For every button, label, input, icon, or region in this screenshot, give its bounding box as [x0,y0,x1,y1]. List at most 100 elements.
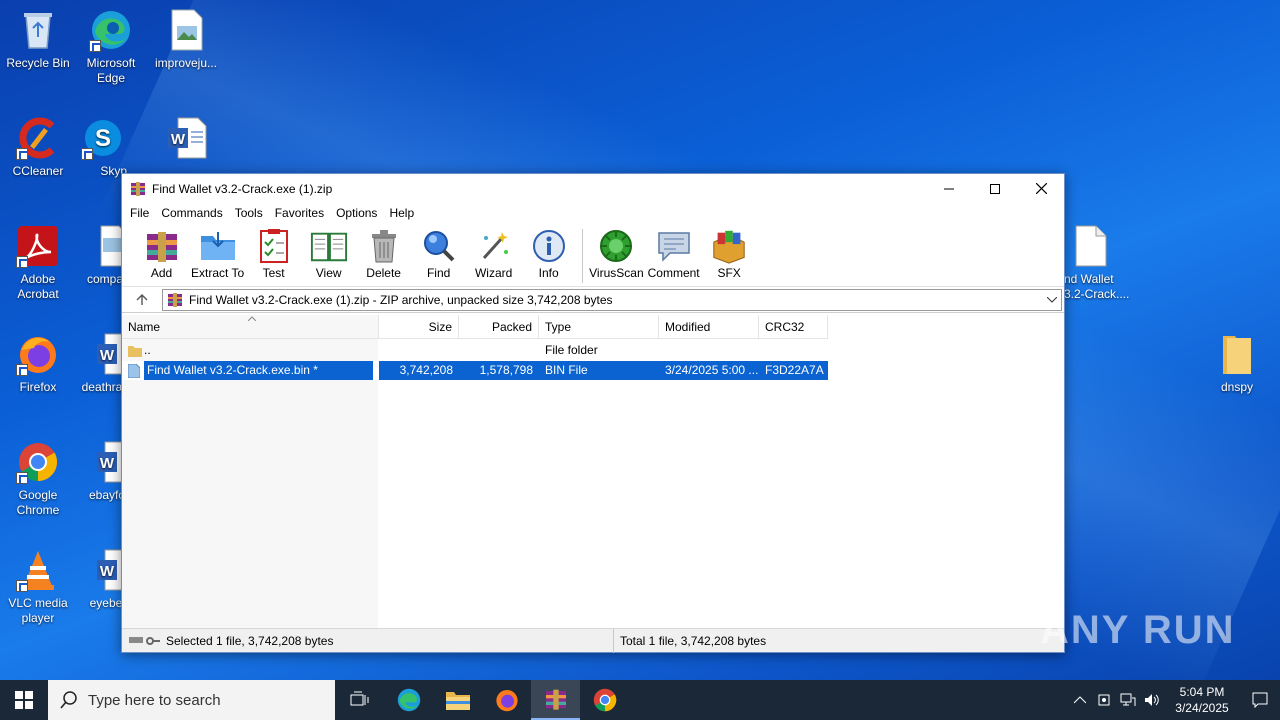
address-dropdown-button[interactable] [1043,296,1061,303]
status-bar: Selected 1 file, 3,742,208 bytes Total 1… [122,628,1064,653]
column-modified[interactable]: Modified [659,315,759,339]
row-name-text: Find Wallet v3.2-Crack.exe.bin * [143,361,374,380]
word-document-icon: W [81,440,126,484]
desktop-icon-firefox[interactable]: Firefox [0,332,76,395]
row-modified [659,341,759,360]
row-type: BIN File [539,361,659,380]
window-title: Find Wallet v3.2-Crack.exe (1).zip [152,181,333,196]
svg-text:S: S [95,125,111,152]
info-button[interactable]: Info [523,227,574,280]
sfx-button[interactable]: SFX [704,227,755,280]
title-bar[interactable]: Find Wallet v3.2-Crack.exe (1).zip [122,174,1064,203]
svg-text:W: W [100,563,115,580]
file-explorer-icon [445,692,470,710]
chrome-icon [593,688,616,712]
desktop-icon-label: VLC media player [8,596,68,625]
desktop-icon-improveju[interactable]: improveju... [148,8,224,71]
column-crc32[interactable]: CRC32 [759,315,828,339]
delete-button[interactable]: Delete [358,227,409,280]
toolbar-label: View [315,266,342,280]
row-packed: 1,578,798 [459,361,539,380]
volume-button[interactable] [1140,693,1164,707]
taskbar-file-explorer[interactable] [433,680,482,720]
add-button[interactable]: Add [136,227,187,280]
desktop-icon-skype[interactable]: S Skyp [73,116,133,179]
key-icon [145,636,160,645]
volume-icon [1145,694,1159,706]
winrar-app-icon [130,181,146,197]
taskbar-firefox[interactable] [482,680,531,720]
desktop-icon-label: improveju... [154,56,218,70]
winrar-window[interactable]: Find Wallet v3.2-Crack.exe (1).zip File … [121,173,1065,653]
wizard-button[interactable]: Wizard [468,227,519,280]
sfx-box-icon [710,227,748,265]
menu-bar: File Commands Tools Favorites Options He… [122,203,1064,223]
maximize-button[interactable] [972,174,1018,203]
table-row[interactable]: .. File folder [122,341,828,360]
notification-icon [1252,692,1268,708]
toolbar-label: Find [426,266,451,280]
taskbar-edge[interactable] [384,680,433,720]
desktop-icon-edge[interactable]: Microsoft Edge [73,8,149,86]
up-folder-button[interactable] [122,287,162,313]
taskbar-search-box[interactable]: Type here to search [48,680,335,720]
folder-icon [1215,332,1259,376]
row-name-text: .. [144,343,151,357]
system-tray: 5:04 PM 3/24/2025 [1068,680,1280,720]
menu-tools[interactable]: Tools [229,206,269,220]
network-button[interactable] [1116,693,1140,707]
row-size [379,341,459,360]
info-icon [530,227,568,265]
address-bar[interactable]: Find Wallet v3.2-Crack.exe (1).zip - ZIP… [162,288,1062,311]
menu-options[interactable]: Options [330,206,383,220]
row-name: .. [122,341,379,360]
anyrun-watermark: ANY RUN [1040,608,1236,653]
desktop-icon-word-doc[interactable]: W [148,116,224,164]
desktop-icon-label: dnspy [1220,380,1254,394]
toolbar-label: Comment [647,266,700,280]
skype-icon: S [81,116,125,160]
extract-to-button[interactable]: Extract To [191,227,244,280]
taskbar-winrar[interactable] [531,680,580,720]
toolbar-label: Test [262,266,285,280]
address-text: Find Wallet v3.2-Crack.exe (1).zip - ZIP… [189,292,613,307]
word-document-icon: W [164,116,208,160]
desktop-icon-vlc[interactable]: VLC media player [0,548,76,626]
desktop-icon-google-chrome[interactable]: Google Chrome [0,440,76,518]
desktop-icon-adobe-acrobat[interactable]: Adobe Acrobat [0,224,76,302]
taskbar-clock[interactable]: 5:04 PM 3/24/2025 [1164,684,1240,716]
desktop-icon-dnspy[interactable]: dnspy [1199,332,1275,395]
acrobat-icon [16,224,60,268]
action-center-button[interactable] [1240,692,1280,708]
start-button[interactable] [0,680,48,720]
desktop-icon-recycle-bin[interactable]: Recycle Bin [0,8,76,71]
show-hidden-icons-button[interactable] [1068,696,1092,704]
watermark-text: ANY RUN [1040,608,1236,652]
tray-app-button[interactable] [1092,693,1116,707]
row-size: 3,742,208 [379,361,459,380]
menu-favorites[interactable]: Favorites [269,206,330,220]
comment-button[interactable]: Comment [648,227,700,280]
task-view-button[interactable] [335,680,384,720]
minimize-button[interactable] [926,174,972,203]
column-size[interactable]: Size [379,315,459,339]
menu-file[interactable]: File [124,206,155,220]
taskbar-chrome[interactable] [580,680,629,720]
magic-wand-icon [475,227,513,265]
desktop-icon-ccleaner[interactable]: CCleaner [0,116,76,179]
virusscan-button[interactable]: VirusScan [589,227,644,280]
view-button[interactable]: View [303,227,354,280]
close-button[interactable] [1018,174,1064,203]
column-packed[interactable]: Packed [459,315,539,339]
column-type[interactable]: Type [539,315,659,339]
toolbar-label: Info [538,266,559,280]
file-list[interactable]: Name Size Packed Type Modified CRC32 .. … [122,315,1064,629]
menu-commands[interactable]: Commands [155,206,228,220]
test-button[interactable]: Test [248,227,299,280]
menu-help[interactable]: Help [383,206,420,220]
task-view-icon [350,691,368,706]
desktop-icon-label: Recycle Bin [6,56,70,70]
table-row-selected[interactable]: Find Wallet v3.2-Crack.exe.bin * 3,742,2… [122,361,828,380]
search-icon [60,691,77,709]
find-button[interactable]: Find [413,227,464,280]
